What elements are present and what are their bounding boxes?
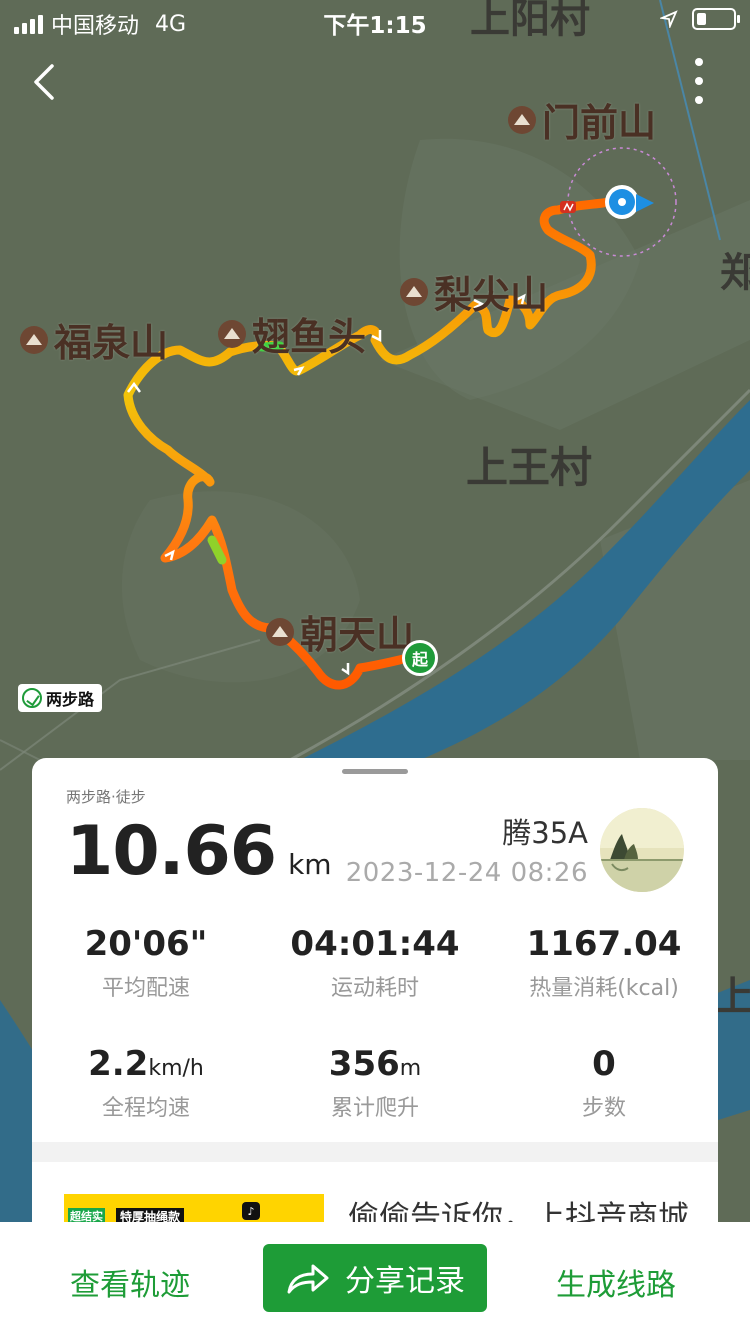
location-arrow-icon <box>660 10 678 28</box>
stat-avg-speed: 2.2km/h 全程均速 <box>32 1044 260 1122</box>
stat-calories: 1167.04 热量消耗(kcal) <box>490 924 718 1002</box>
status-right <box>660 8 740 30</box>
stat-label: 步数 <box>581 1096 626 1121</box>
map-label-shangwang: 上王村 <box>466 443 593 492</box>
stat-label: 累计爬升 <box>330 1096 419 1121</box>
share-label: 分享记录 <box>345 1264 465 1299</box>
stat-avg-pace: 20'06" 平均配速 <box>32 924 260 1002</box>
section-divider <box>32 1142 718 1162</box>
map-label-chiyu: 翅鱼头 <box>218 306 366 361</box>
distance-value: 10.66 <box>66 812 277 891</box>
avatar[interactable] <box>600 808 684 892</box>
tiktok-icon: ♪ <box>242 1202 260 1220</box>
stat-value: 0 <box>592 1044 616 1084</box>
peak-icon <box>218 319 246 348</box>
start-marker[interactable]: 起 <box>402 640 438 676</box>
stat-label: 全程均速 <box>101 1096 190 1121</box>
battery-icon <box>692 8 740 30</box>
stat-value: 1167.04 <box>526 924 682 964</box>
user-name: 腾35A <box>502 816 588 850</box>
place-name: 梨尖山 <box>434 273 549 317</box>
share-icon <box>287 1264 329 1294</box>
drag-handle[interactable] <box>342 769 408 774</box>
stat-label: 热量消耗(kcal) <box>529 976 679 1001</box>
map-label-chaotian: 朝天山 <box>266 604 414 659</box>
distance-unit: km <box>288 848 332 881</box>
status-time: 下午1:15 <box>323 13 427 39</box>
back-icon[interactable] <box>24 60 68 104</box>
map-label-lijian: 梨尖山 <box>400 264 548 319</box>
more-options-icon[interactable] <box>692 58 706 104</box>
distance-display: 10.66 km <box>66 812 332 891</box>
stat-value: 356m <box>328 1044 422 1084</box>
place-name: 翅鱼头 <box>252 315 367 359</box>
map-label-fuquan: 福泉山 <box>20 312 168 367</box>
stat-label: 平均配速 <box>101 976 190 1001</box>
place-name: 朝天山 <box>300 613 415 657</box>
summary-card: 两步路·徒步 10.66 km 腾35A 2023-12-24 08:26 20… <box>32 758 718 1158</box>
map-label-edge-right: 郑 <box>720 250 750 296</box>
view-track-button[interactable]: 查看轨迹 <box>70 1260 190 1304</box>
place-name: 门前山 <box>542 101 657 145</box>
stat-elevation-gain: 356m 累计爬升 <box>261 1044 489 1122</box>
logo-text: 两步路 <box>46 690 95 709</box>
stat-label: 运动耗时 <box>330 976 419 1001</box>
stat-value: 04:01:44 <box>290 924 460 964</box>
map-label-edge-right2: 上 <box>714 974 750 1020</box>
peak-icon <box>400 277 428 306</box>
map-label-menqian: 门前山 <box>508 92 656 147</box>
place-name: 福泉山 <box>54 321 169 365</box>
peak-icon <box>508 105 536 134</box>
activity-date: 2023-12-24 08:26 <box>345 858 588 888</box>
stat-value: 20'06" <box>84 924 208 964</box>
bottom-action-bar: 查看轨迹 分享记录 生成线路 <box>0 1222 750 1334</box>
stat-duration: 04:01:44 运动耗时 <box>261 924 489 1002</box>
peak-icon <box>266 617 294 646</box>
logo-icon <box>22 688 42 708</box>
peak-icon <box>20 325 48 354</box>
app-logo: 两步路 <box>18 684 103 712</box>
stat-steps: 0 步数 <box>490 1044 718 1122</box>
activity-source: 两步路·徒步 <box>66 788 146 806</box>
stat-value: 2.2km/h <box>88 1044 204 1084</box>
share-record-button[interactable]: 分享记录 <box>263 1244 487 1312</box>
generate-route-button[interactable]: 生成线路 <box>556 1260 676 1304</box>
status-bar: 中国移动 4G 下午1:15 <box>0 0 750 40</box>
